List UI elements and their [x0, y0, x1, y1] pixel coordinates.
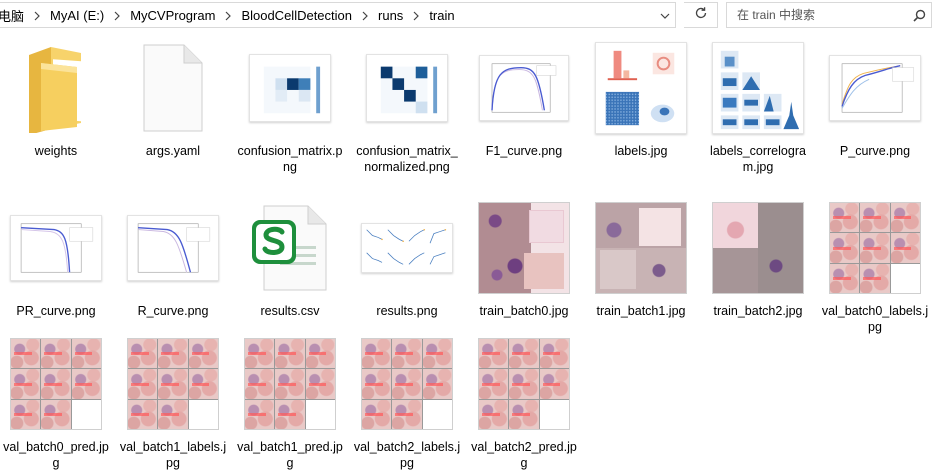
file-item-confusion-matrix-normalized[interactable]: confusion_matrix_normalized.png [351, 36, 463, 175]
file-item-f1-curve[interactable]: F1_curve.png [468, 36, 580, 159]
image-thumbnail [10, 215, 102, 281]
image-thumbnail [249, 54, 331, 122]
image-thumbnail [595, 202, 687, 294]
address-toolbar: 电脑 MyAI (E:) MyCVProgram BloodCellDetect… [0, 0, 937, 31]
image-thumbnail [478, 202, 570, 294]
file-name: results.png [376, 304, 438, 318]
chevron-down-icon [660, 6, 670, 24]
file-item-results-csv[interactable]: results.csv [234, 196, 346, 319]
file-name: val_batch2_pred.jpg [471, 440, 577, 470]
file-name: PR_curve.png [16, 304, 96, 318]
image-thumbnail [244, 338, 336, 430]
file-item-p-curve[interactable]: P_curve.png [819, 36, 931, 159]
file-name: train_batch0.jpg [479, 304, 569, 318]
breadcrumb-item-bloodcelldetection[interactable]: BloodCellDetection [239, 8, 354, 23]
file-item-train-batch0[interactable]: train_batch0.jpg [468, 196, 580, 319]
file-item-val-batch0-labels[interactable]: val_batch0_labels.jpg [819, 196, 931, 335]
file-name: labels_correlogram.jpg [710, 144, 806, 174]
image-thumbnail [127, 338, 219, 430]
chevron-right-icon[interactable] [405, 8, 427, 23]
file-item-labels-correlogram[interactable]: labels_correlogram.jpg [702, 36, 814, 175]
file-name: confusion_matrix_normalized.png [356, 144, 458, 174]
file-name: results.csv [260, 304, 320, 318]
file-item-val-batch2-labels[interactable]: val_batch2_labels.jpg [351, 332, 463, 471]
document-icon [143, 44, 203, 132]
chevron-right-icon[interactable] [26, 8, 48, 23]
search-input[interactable] [735, 3, 907, 27]
image-thumbnail [595, 42, 687, 134]
file-name: args.yaml [145, 144, 201, 158]
file-name: train_batch1.jpg [596, 304, 686, 318]
file-name: val_batch0_pred.jpg [3, 440, 109, 470]
file-name: val_batch1_pred.jpg [237, 440, 343, 470]
file-item-val-batch1-labels[interactable]: val_batch1_labels.jpg [117, 332, 229, 471]
file-item-train-batch2[interactable]: train_batch2.jpg [702, 196, 814, 319]
file-name: train_batch2.jpg [713, 304, 803, 318]
folder-icon [29, 47, 83, 133]
file-item-weights[interactable]: weights [0, 36, 112, 159]
image-thumbnail [479, 55, 569, 121]
image-thumbnail [361, 338, 453, 430]
file-item-r-curve[interactable]: R_curve.png [117, 196, 229, 319]
file-name: labels.jpg [614, 144, 668, 158]
image-thumbnail [712, 42, 804, 134]
breadcrumb-item-mycvprogram[interactable]: MyCVProgram [128, 8, 217, 23]
file-item-confusion-matrix[interactable]: confusion_matrix.png [234, 36, 346, 175]
chevron-right-icon[interactable] [354, 8, 376, 23]
file-name: confusion_matrix.png [237, 144, 343, 174]
file-item-train-batch1[interactable]: train_batch1.jpg [585, 196, 697, 319]
chevron-right-icon[interactable] [217, 8, 239, 23]
file-name: val_batch1_labels.jpg [119, 440, 227, 470]
breadcrumb[interactable]: 电脑 MyAI (E:) MyCVProgram BloodCellDetect… [0, 2, 676, 28]
breadcrumb-item-runs[interactable]: runs [376, 8, 405, 23]
breadcrumb-item-pc[interactable]: 电脑 [0, 6, 26, 25]
file-name: R_curve.png [137, 304, 209, 318]
refresh-icon [694, 6, 708, 25]
search-icon[interactable] [907, 9, 931, 22]
image-thumbnail [712, 202, 804, 294]
image-thumbnail [366, 54, 448, 122]
file-item-val-batch0-pred[interactable]: val_batch0_pred.jpg [0, 332, 112, 471]
file-name: val_batch0_labels.jpg [821, 304, 929, 334]
file-item-val-batch1-pred[interactable]: val_batch1_pred.jpg [234, 332, 346, 471]
file-name: weights [34, 144, 78, 158]
file-item-labels[interactable]: labels.jpg [585, 36, 697, 159]
spreadsheet-icon [252, 205, 327, 291]
file-item-pr-curve[interactable]: PR_curve.png [0, 196, 112, 319]
image-thumbnail [829, 202, 921, 294]
file-name: val_batch2_labels.jpg [353, 440, 461, 470]
file-name: P_curve.png [839, 144, 911, 158]
chevron-right-icon[interactable] [106, 8, 128, 23]
file-item-args-yaml[interactable]: args.yaml [117, 36, 229, 159]
file-item-results-png[interactable]: results.png [351, 196, 463, 319]
search-box[interactable] [726, 2, 932, 28]
image-thumbnail [478, 338, 570, 430]
image-thumbnail [127, 215, 219, 281]
refresh-button[interactable] [684, 2, 718, 28]
image-thumbnail [829, 55, 921, 121]
address-history-dropdown[interactable] [656, 4, 674, 26]
breadcrumb-item-train[interactable]: train [427, 8, 456, 23]
image-thumbnail [10, 338, 102, 430]
image-thumbnail [361, 223, 453, 273]
file-name: F1_curve.png [485, 144, 563, 158]
breadcrumb-item-drive[interactable]: MyAI (E:) [48, 8, 106, 23]
file-item-val-batch2-pred[interactable]: val_batch2_pred.jpg [468, 332, 580, 471]
